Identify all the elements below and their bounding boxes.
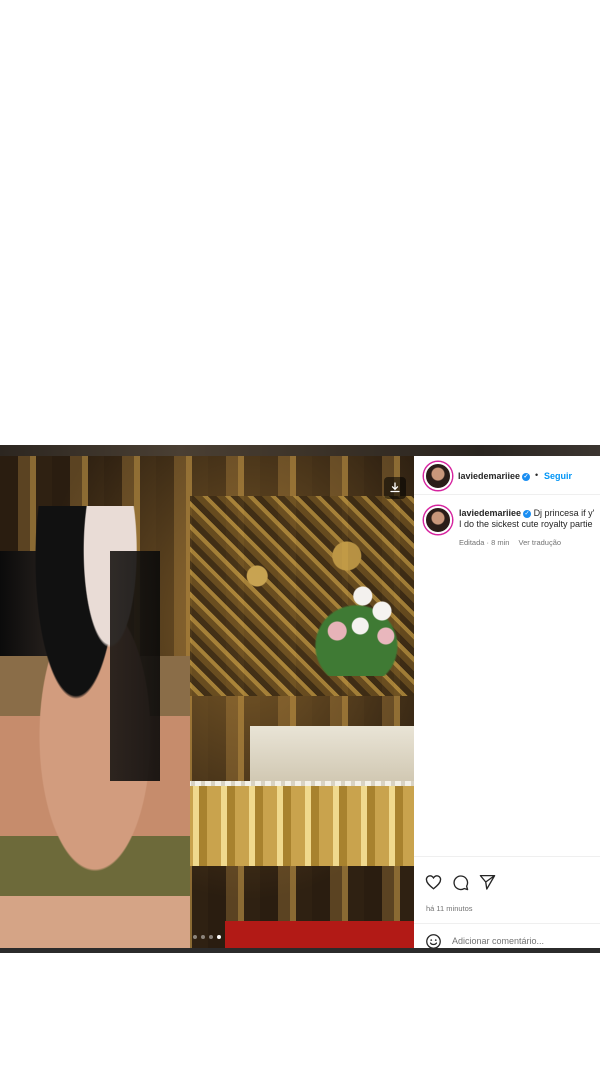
download-button[interactable] xyxy=(384,477,406,499)
flower-arrangement xyxy=(286,576,414,676)
hair-right xyxy=(110,551,160,781)
download-icon xyxy=(390,482,400,493)
send-icon xyxy=(479,874,495,890)
caption-line-2: I do the sickest cute royalty partie xyxy=(459,519,593,529)
share-button[interactable] xyxy=(478,873,496,891)
carousel-dot xyxy=(217,935,221,939)
post-header: laviedemariiee ✓ • Seguir xyxy=(414,456,600,495)
carousel-indicator xyxy=(0,935,414,941)
edited-time: · 8 min xyxy=(486,538,510,547)
emoji-icon xyxy=(426,934,441,948)
verified-badge-icon: ✓ xyxy=(523,509,532,518)
instagram-post-modal: laviedemariiee ✓ • Seguir laviedemariiee ✓… xyxy=(0,445,600,953)
person-figure xyxy=(0,506,190,948)
emoji-button[interactable] xyxy=(425,933,443,948)
carousel-dot xyxy=(201,935,205,939)
caption: laviedemariiee ✓ Dj princesa if y' I do t… xyxy=(459,508,600,530)
follow-button[interactable]: Seguir xyxy=(544,471,572,481)
divider xyxy=(414,856,600,857)
caption-username[interactable]: laviedemariiee xyxy=(459,508,521,518)
bottom-strip xyxy=(0,948,600,953)
comment-input[interactable] xyxy=(452,934,600,948)
comment-icon xyxy=(452,874,468,890)
post-media[interactable] xyxy=(0,456,414,948)
comment-button[interactable] xyxy=(451,873,469,891)
top-strip xyxy=(0,445,600,456)
like-button[interactable] xyxy=(424,873,442,891)
post-side-panel: laviedemariiee ✓ • Seguir laviedemariiee ✓… xyxy=(414,456,600,948)
caption-avatar[interactable] xyxy=(424,506,452,534)
caption-meta: Editada · 8 min Ver tradução xyxy=(459,538,561,547)
see-translation-link[interactable]: Ver tradução xyxy=(519,538,562,547)
username-text[interactable]: laviedemariiee xyxy=(458,471,520,481)
heart-icon xyxy=(425,875,441,890)
carousel-dot xyxy=(193,935,197,939)
carousel-dot xyxy=(209,935,213,939)
divider xyxy=(414,923,600,924)
header-username[interactable]: laviedemariiee ✓ xyxy=(458,471,531,481)
post-timestamp[interactable]: há 11 minutos xyxy=(426,904,473,913)
header-separator: • xyxy=(535,470,539,480)
action-bar xyxy=(424,873,496,891)
caption-line-1: Dj princesa if y' xyxy=(533,508,595,518)
verified-badge-icon: ✓ xyxy=(522,472,531,481)
edited-label: Editada xyxy=(459,538,485,547)
sunlit-wall xyxy=(250,726,414,786)
avatar[interactable] xyxy=(424,462,452,490)
